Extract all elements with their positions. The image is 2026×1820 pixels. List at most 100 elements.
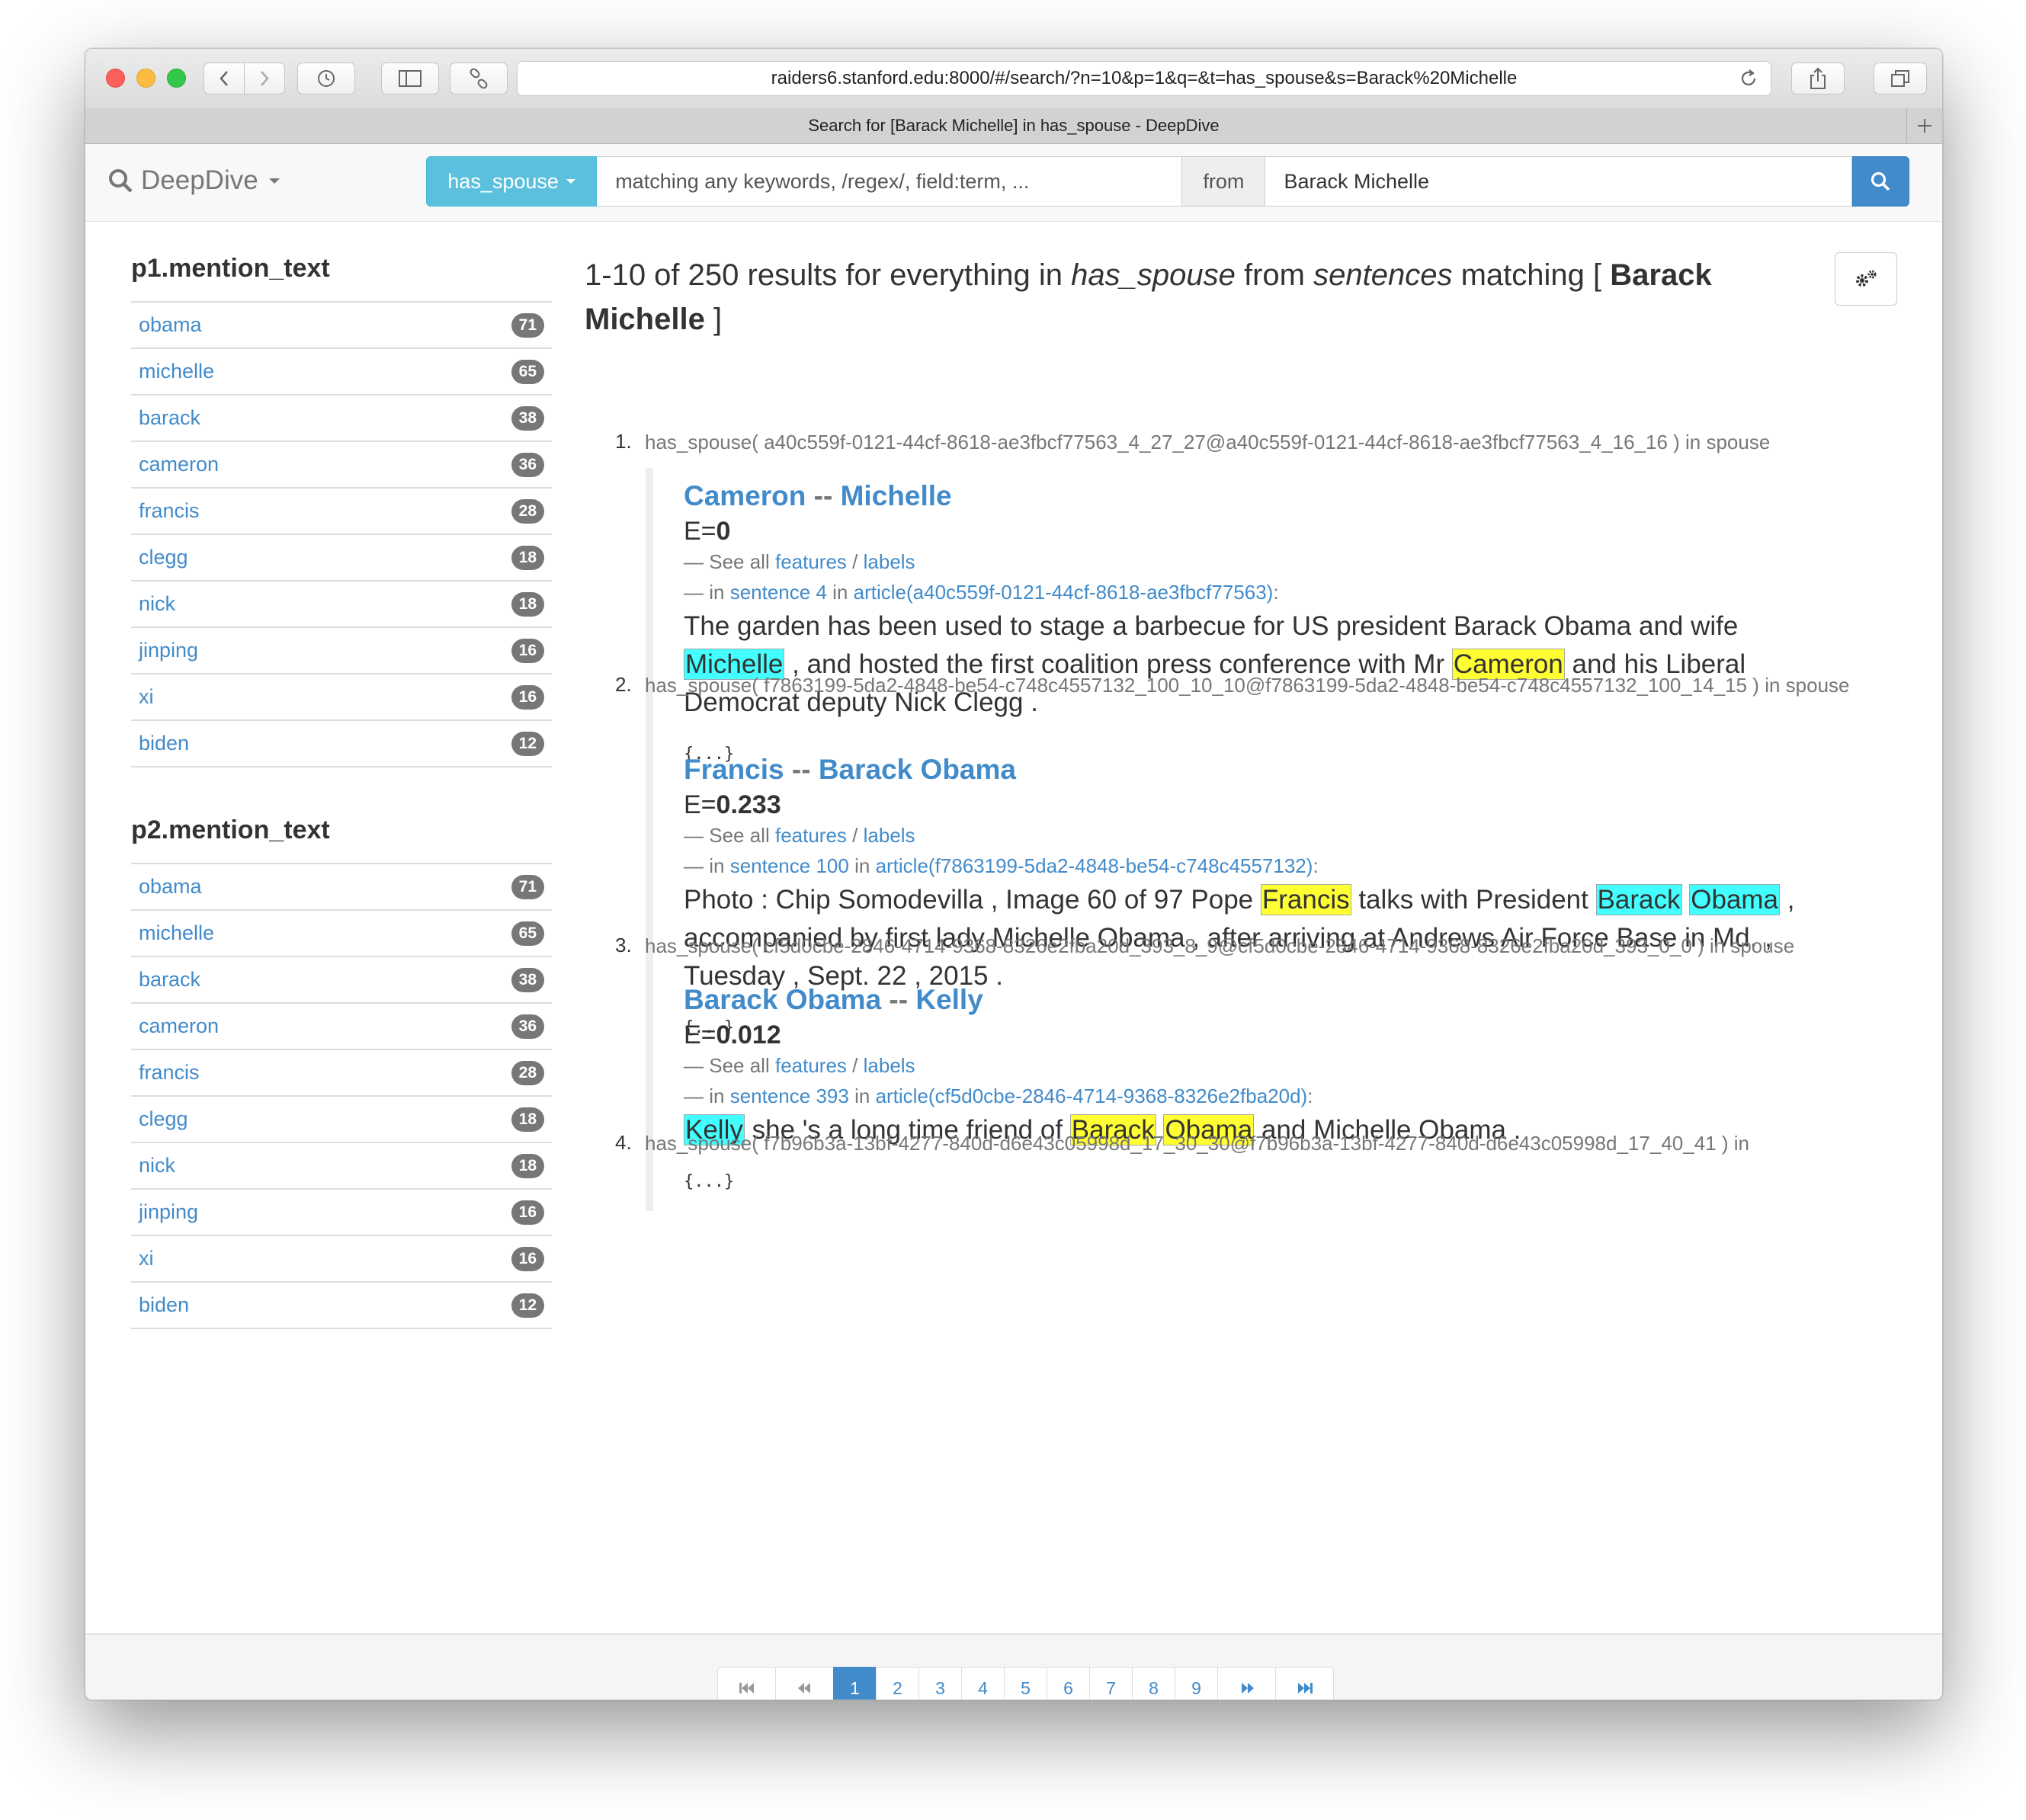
- facet-item-jinping[interactable]: jinping 16: [131, 628, 552, 674]
- facet-item-label[interactable]: barack: [139, 968, 200, 992]
- facet-item-cameron[interactable]: cameron 36: [131, 442, 552, 489]
- facet-item-label[interactable]: clegg: [139, 1107, 188, 1131]
- facet-item-francis[interactable]: francis 28: [131, 489, 552, 535]
- facet-item-jinping[interactable]: jinping 16: [131, 1190, 552, 1236]
- chevron-down-icon: [268, 178, 280, 184]
- entity-2-link[interactable]: Kelly: [915, 984, 983, 1015]
- facet-item-nick[interactable]: nick 18: [131, 1143, 552, 1190]
- facet-item-obama[interactable]: obama 71: [131, 864, 552, 911]
- features-link[interactable]: features: [775, 550, 847, 573]
- settings-button[interactable]: [1835, 252, 1897, 306]
- share-link-button[interactable]: [450, 62, 508, 95]
- facet-item-label[interactable]: xi: [139, 685, 154, 709]
- facet-item-label[interactable]: xi: [139, 1247, 154, 1270]
- first-page-button[interactable]: [717, 1667, 776, 1700]
- close-window-button[interactable]: [106, 69, 125, 88]
- page-8-button[interactable]: 8: [1132, 1667, 1175, 1700]
- facet-item-obama[interactable]: obama 71: [131, 303, 552, 349]
- facet-item-cameron[interactable]: cameron 36: [131, 1004, 552, 1050]
- prev-page-button[interactable]: [775, 1667, 834, 1700]
- entity-2-link[interactable]: Barack Obama: [819, 754, 1016, 785]
- sidebar-toggle-button[interactable]: [381, 62, 439, 95]
- page-1-button[interactable]: 1: [833, 1667, 877, 1700]
- page-2-button[interactable]: 2: [876, 1667, 919, 1700]
- page-7-button[interactable]: 7: [1089, 1667, 1133, 1700]
- article-link[interactable]: article(cf5d0cbe-2846-4714-9368-8326e2fb…: [876, 1085, 1308, 1107]
- result-detail: Barack Obama -- Kelly E=0.012— See all fe…: [646, 972, 1835, 1211]
- sentence-link[interactable]: sentence 393: [730, 1085, 849, 1107]
- expand-details-toggle[interactable]: {...}: [684, 1172, 1835, 1211]
- facet-item-label[interactable]: biden: [139, 1293, 189, 1317]
- minimize-window-button[interactable]: [136, 69, 155, 88]
- tab-title[interactable]: Search for [Barack Michelle] in has_spou…: [808, 116, 1219, 136]
- facet-item-label[interactable]: obama: [139, 313, 202, 337]
- facet-item-nick[interactable]: nick 18: [131, 582, 552, 628]
- maximize-window-button[interactable]: [167, 69, 186, 88]
- sentence-link[interactable]: sentence 4: [730, 581, 827, 604]
- article-link[interactable]: article(f7863199-5da2-4848-be54-c748c455…: [876, 854, 1313, 877]
- relation-dropdown-button[interactable]: has_spouse: [426, 156, 598, 207]
- next-page-button[interactable]: [1217, 1667, 1276, 1700]
- entity-1-link[interactable]: Barack Obama: [684, 984, 881, 1015]
- tabs-overview-button[interactable]: [1874, 62, 1927, 95]
- share-button[interactable]: [1791, 62, 1845, 95]
- forward-button[interactable]: [244, 62, 285, 95]
- new-tab-button[interactable]: [1906, 108, 1942, 143]
- page-9-button[interactable]: 9: [1175, 1667, 1218, 1700]
- sentence-source-line: — in sentence 4 in article(a40c559f-0121…: [684, 577, 1835, 607]
- facet-item-biden[interactable]: biden 12: [131, 721, 552, 767]
- facet-item-label[interactable]: nick: [139, 592, 175, 616]
- facet-item-label[interactable]: francis: [139, 499, 200, 523]
- labels-link[interactable]: labels: [864, 550, 915, 573]
- sentence-link[interactable]: sentence 100: [730, 854, 849, 877]
- facet-item-barack[interactable]: barack 38: [131, 957, 552, 1004]
- keyword-search-input[interactable]: matching any keywords, /regex/, field:te…: [597, 156, 1183, 207]
- facet-item-label[interactable]: nick: [139, 1154, 175, 1178]
- facet-item-michelle[interactable]: michelle 65: [131, 911, 552, 957]
- search-button[interactable]: [1851, 156, 1909, 207]
- features-link[interactable]: features: [775, 1054, 847, 1077]
- facet-item-label[interactable]: obama: [139, 875, 202, 899]
- facet-item-clegg[interactable]: clegg 18: [131, 535, 552, 582]
- page-5-button[interactable]: 5: [1004, 1667, 1047, 1700]
- article-link[interactable]: article(a40c559f-0121-44cf-8618-ae3fbcf7…: [854, 581, 1274, 604]
- labels-link[interactable]: labels: [864, 1054, 915, 1077]
- back-button[interactable]: [204, 62, 245, 95]
- facet-item-label[interactable]: clegg: [139, 546, 188, 569]
- facet-item-francis[interactable]: francis 28: [131, 1050, 552, 1097]
- page-4-button[interactable]: 4: [961, 1667, 1005, 1700]
- facet-item-biden[interactable]: biden 12: [131, 1283, 552, 1329]
- address-bar[interactable]: raiders6.stanford.edu:8000/#/search/?n=1…: [517, 61, 1771, 96]
- summary-from: from: [1244, 258, 1305, 292]
- page-6-button[interactable]: 6: [1047, 1667, 1090, 1700]
- in-text: — in: [684, 854, 725, 877]
- facet-item-label[interactable]: barack: [139, 406, 200, 430]
- result-title: Cameron -- Michelle: [684, 480, 1835, 512]
- reload-icon[interactable]: [1739, 68, 1758, 95]
- facet-item-label[interactable]: michelle: [139, 360, 214, 383]
- last-page-button[interactable]: [1275, 1667, 1334, 1700]
- facet-item-label[interactable]: cameron: [139, 1014, 219, 1038]
- facet-item-label[interactable]: jinping: [139, 639, 198, 662]
- facet-item-xi[interactable]: xi 16: [131, 674, 552, 721]
- source-filter-input[interactable]: Barack Michelle: [1265, 156, 1852, 207]
- features-link[interactable]: features: [775, 824, 847, 847]
- entity-1-link[interactable]: Francis: [684, 754, 784, 785]
- summary-relation: has_spouse: [1071, 258, 1236, 292]
- facet-item-label[interactable]: jinping: [139, 1200, 198, 1224]
- history-button[interactable]: [297, 62, 355, 95]
- brand-menu[interactable]: DeepDive: [107, 165, 280, 196]
- facet-item-michelle[interactable]: michelle 65: [131, 349, 552, 396]
- facet-item-label[interactable]: francis: [139, 1061, 200, 1085]
- facet-item-label[interactable]: michelle: [139, 921, 214, 945]
- page-3-button[interactable]: 3: [918, 1667, 962, 1700]
- facet-item-clegg[interactable]: clegg 18: [131, 1097, 552, 1143]
- labels-link[interactable]: labels: [864, 824, 915, 847]
- facet-item-barack[interactable]: barack 38: [131, 396, 552, 442]
- clock-icon: [318, 70, 335, 87]
- entity-1-link[interactable]: Cameron: [684, 480, 806, 511]
- facet-item-label[interactable]: biden: [139, 732, 189, 755]
- facet-item-xi[interactable]: xi 16: [131, 1236, 552, 1283]
- facet-item-label[interactable]: cameron: [139, 453, 219, 476]
- entity-2-link[interactable]: Michelle: [841, 480, 952, 511]
